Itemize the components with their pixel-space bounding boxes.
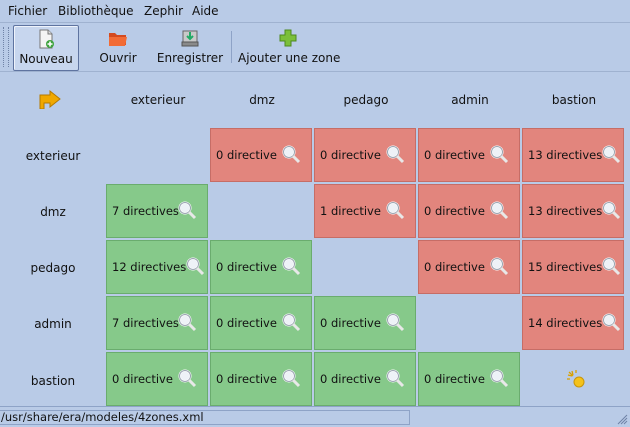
row-header-exterieur: exterieur bbox=[25, 149, 81, 163]
cell-pedago-bastion[interactable]: 15 directives bbox=[522, 240, 624, 294]
cell-exterieur-admin[interactable]: 0 directive bbox=[418, 128, 520, 182]
open-folder-icon bbox=[109, 33, 127, 46]
status-bar: /usr/share/era/modeles/4zones.xml bbox=[0, 406, 630, 427]
magnifier-icon[interactable] bbox=[489, 256, 509, 276]
magnifier-icon[interactable] bbox=[385, 368, 405, 388]
menu-bibliotheque[interactable]: Bibliothèque bbox=[58, 4, 134, 18]
cell-directive-count: 0 directive bbox=[216, 260, 277, 274]
cell-directive-count: 0 directive bbox=[216, 148, 277, 162]
cell-directive-count: 13 directives bbox=[528, 148, 603, 162]
cell-directive-count: 7 directives bbox=[112, 204, 179, 218]
magnifier-icon[interactable] bbox=[281, 256, 301, 276]
add-zone-button[interactable]: Ajouter une zone bbox=[238, 25, 341, 69]
col-header-bastion: bastion bbox=[551, 93, 597, 107]
cell-directive-count: 7 directives bbox=[112, 316, 179, 330]
col-header-pedago: pedago bbox=[343, 93, 389, 107]
magnifier-icon[interactable] bbox=[489, 144, 509, 164]
cell-directive-count: 13 directives bbox=[528, 204, 603, 218]
magnifier-icon[interactable] bbox=[601, 256, 621, 276]
cell-directive-count: 0 directive bbox=[424, 148, 485, 162]
cell-admin-pedago[interactable]: 0 directive bbox=[314, 296, 416, 350]
magnifier-icon[interactable] bbox=[177, 200, 197, 220]
cell-directive-count: 0 directive bbox=[424, 260, 485, 274]
magnifier-icon[interactable] bbox=[601, 312, 621, 332]
sparkle-icon[interactable] bbox=[566, 369, 588, 391]
cell-dmz-exterieur[interactable]: 7 directives bbox=[106, 184, 208, 238]
menu-aide[interactable]: Aide bbox=[192, 4, 219, 18]
col-header-admin: admin bbox=[451, 93, 489, 107]
new-button[interactable]: Nouveau bbox=[13, 25, 79, 71]
toolbar: Nouveau Ouvrir Enregistrer Ajouter une z… bbox=[0, 23, 630, 72]
status-file-path: /usr/share/era/modeles/4zones.xml bbox=[0, 410, 410, 425]
cell-directive-count: 0 directive bbox=[216, 372, 277, 386]
open-button-label: Ouvrir bbox=[99, 51, 137, 65]
menu-zephir[interactable]: Zephir bbox=[144, 4, 183, 18]
col-header-dmz: dmz bbox=[249, 93, 275, 107]
cell-dmz-bastion[interactable]: 13 directives bbox=[522, 184, 624, 238]
row-header-dmz: dmz bbox=[40, 205, 66, 219]
cell-bastion-pedago[interactable]: 0 directive bbox=[314, 352, 416, 406]
magnifier-icon[interactable] bbox=[177, 368, 197, 388]
add-plus-icon bbox=[279, 29, 297, 47]
cell-directive-count: 15 directives bbox=[528, 260, 603, 274]
cell-bastion-dmz[interactable]: 0 directive bbox=[210, 352, 312, 406]
magnifier-icon[interactable] bbox=[385, 312, 405, 332]
magnifier-icon[interactable] bbox=[489, 368, 509, 388]
toolbar-grip[interactable] bbox=[3, 27, 9, 67]
magnifier-icon[interactable] bbox=[185, 256, 205, 276]
cell-directive-count: 0 directive bbox=[320, 316, 381, 330]
magnifier-icon[interactable] bbox=[281, 312, 301, 332]
cell-directive-count: 0 directive bbox=[320, 372, 381, 386]
cell-directive-count: 0 directive bbox=[424, 204, 485, 218]
col-header-exterieur: exterieur bbox=[130, 93, 186, 107]
cell-dmz-admin[interactable]: 0 directive bbox=[418, 184, 520, 238]
cell-directive-count: 0 directive bbox=[216, 316, 277, 330]
cell-pedago-admin[interactable]: 0 directive bbox=[418, 240, 520, 294]
cell-exterieur-bastion[interactable]: 13 directives bbox=[522, 128, 624, 182]
magnifier-icon[interactable] bbox=[281, 368, 301, 388]
save-drive-icon bbox=[181, 30, 199, 47]
magnifier-icon[interactable] bbox=[385, 200, 405, 220]
save-button-label: Enregistrer bbox=[156, 51, 224, 65]
magnifier-icon[interactable] bbox=[601, 144, 621, 164]
cell-directive-count: 12 directives bbox=[112, 260, 187, 274]
add-zone-button-label: Ajouter une zone bbox=[238, 51, 341, 65]
cell-admin-dmz[interactable]: 0 directive bbox=[210, 296, 312, 350]
magnifier-icon[interactable] bbox=[601, 200, 621, 220]
menu-fichier[interactable]: Fichier bbox=[8, 4, 47, 18]
cell-admin-exterieur[interactable]: 7 directives bbox=[106, 296, 208, 350]
cell-directive-count: 0 directive bbox=[112, 372, 173, 386]
menu-bar: Fichier Bibliothèque Zephir Aide bbox=[0, 0, 630, 23]
magnifier-icon[interactable] bbox=[281, 144, 301, 164]
cell-directive-count: 1 directive bbox=[320, 204, 381, 218]
open-button[interactable]: Ouvrir bbox=[93, 25, 143, 69]
row-header-pedago: pedago bbox=[30, 261, 76, 275]
new-file-icon bbox=[39, 29, 54, 49]
new-button-label: Nouveau bbox=[19, 52, 73, 66]
resize-grip-icon[interactable] bbox=[616, 413, 628, 425]
row-header-bastion: bastion bbox=[30, 374, 76, 388]
cell-directive-count: 14 directives bbox=[528, 316, 603, 330]
cell-directive-count: 0 directive bbox=[424, 372, 485, 386]
cell-pedago-exterieur[interactable]: 12 directives bbox=[106, 240, 208, 294]
magnifier-icon[interactable] bbox=[385, 144, 405, 164]
cell-bastion-exterieur[interactable]: 0 directive bbox=[106, 352, 208, 406]
cell-pedago-dmz[interactable]: 0 directive bbox=[210, 240, 312, 294]
toolbar-separator bbox=[231, 31, 232, 63]
save-button[interactable]: Enregistrer bbox=[154, 25, 226, 69]
cell-bastion-admin[interactable]: 0 directive bbox=[418, 352, 520, 406]
cell-admin-bastion[interactable]: 14 directives bbox=[522, 296, 624, 350]
cell-directive-count: 0 directive bbox=[320, 148, 381, 162]
row-header-admin: admin bbox=[34, 317, 72, 331]
magnifier-icon[interactable] bbox=[177, 312, 197, 332]
arrow-right-icon bbox=[39, 89, 61, 109]
cell-exterieur-dmz[interactable]: 0 directive bbox=[210, 128, 312, 182]
magnifier-icon[interactable] bbox=[489, 200, 509, 220]
cell-dmz-pedago[interactable]: 1 directive bbox=[314, 184, 416, 238]
cell-exterieur-pedago[interactable]: 0 directive bbox=[314, 128, 416, 182]
